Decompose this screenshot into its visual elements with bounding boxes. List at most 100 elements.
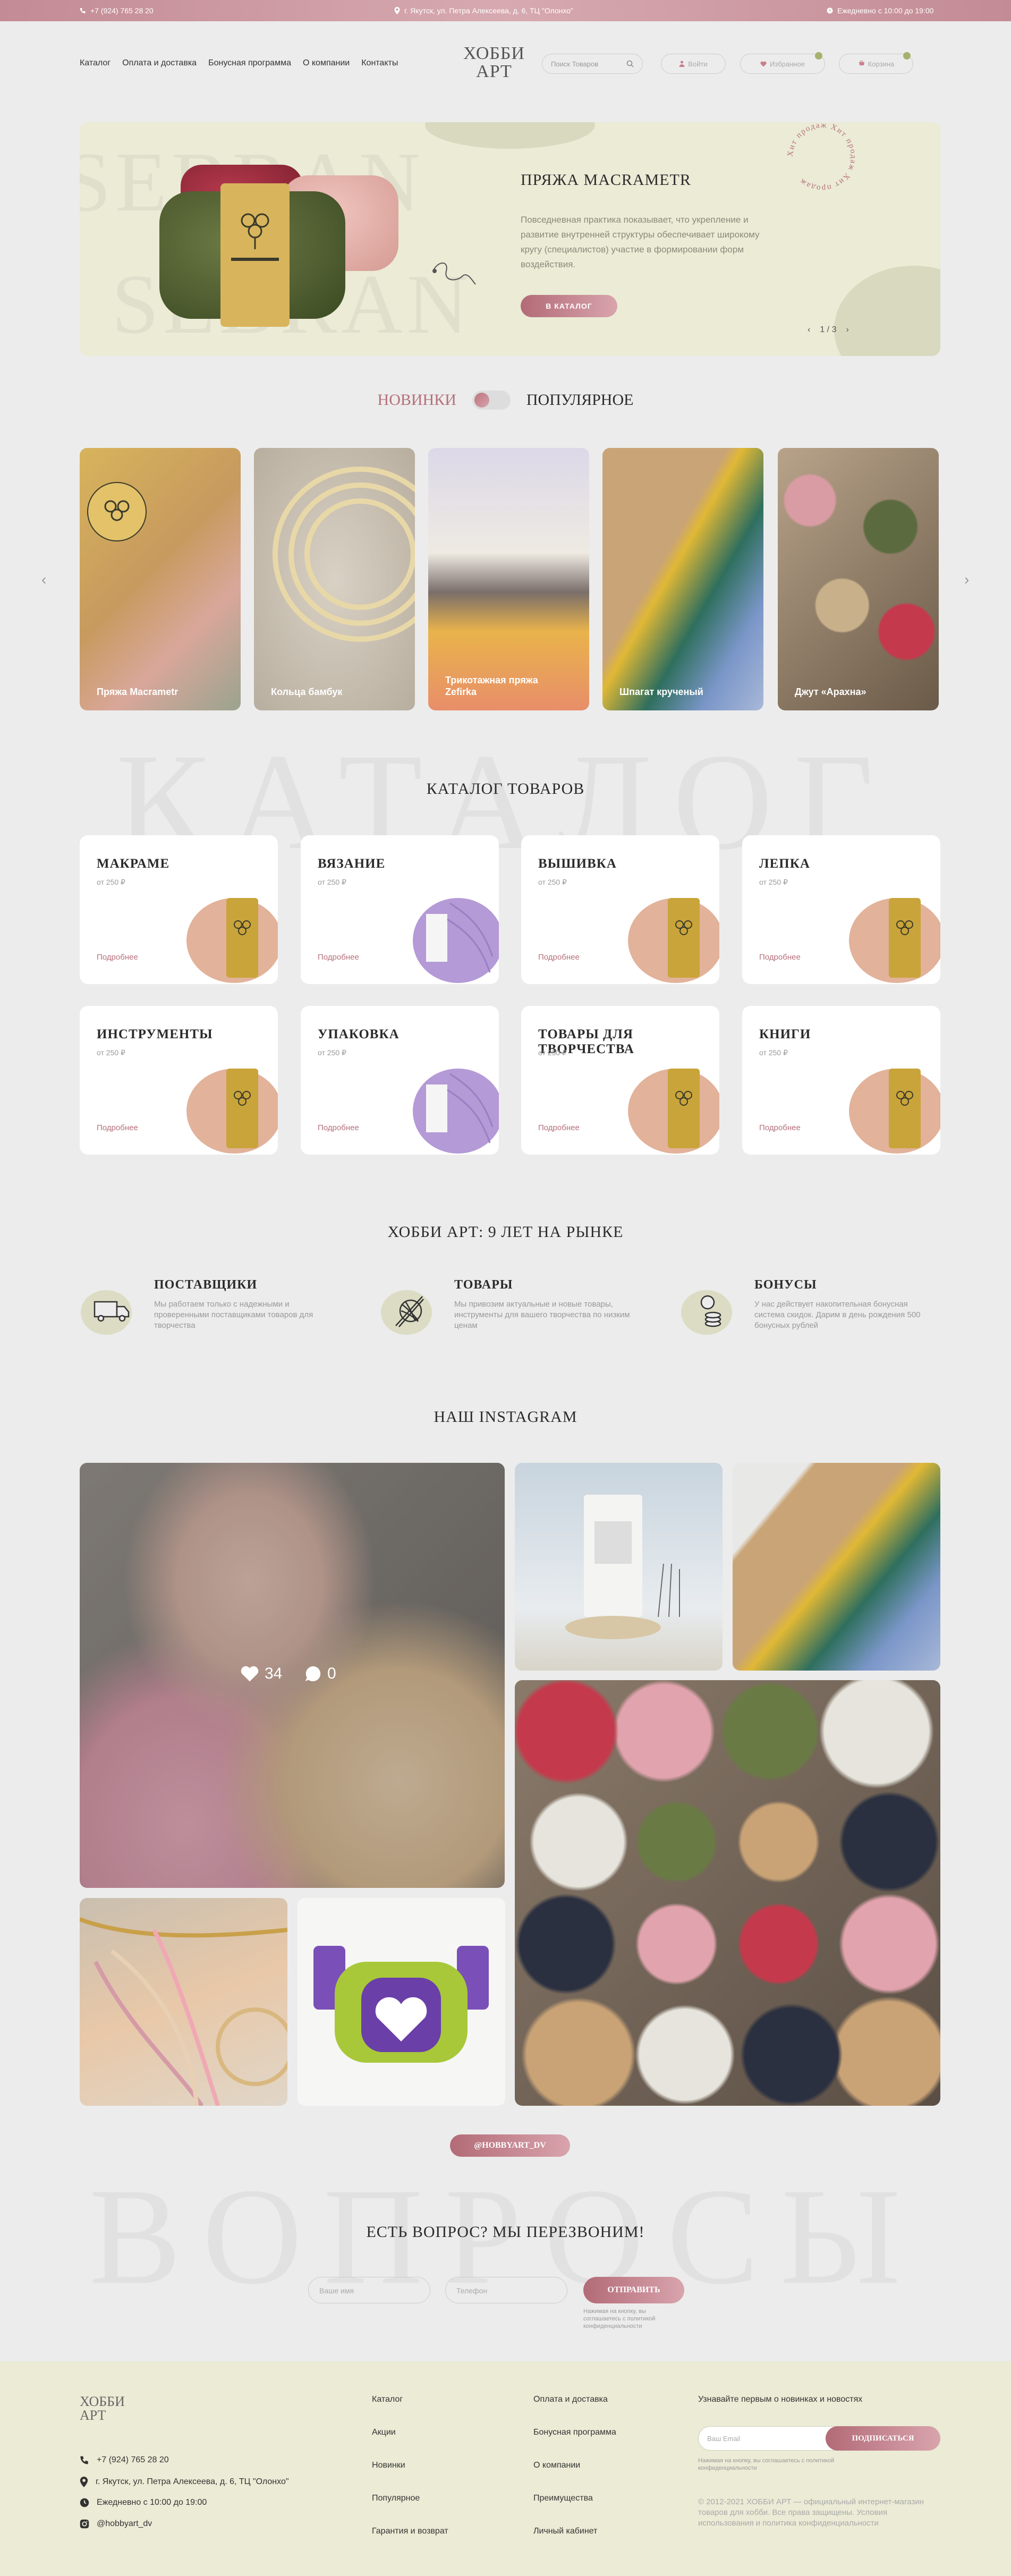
- product-card-label: Кольца бамбук: [271, 687, 343, 697]
- hero-prev-icon[interactable]: ‹: [808, 325, 810, 335]
- hero-swirl-decoration: [432, 262, 476, 285]
- instagram-post-image: [313, 1946, 489, 2063]
- tab-popular[interactable]: ПОПУЛЯРНОЕ: [526, 391, 634, 409]
- footer-link-bonus[interactable]: Бонусная программа: [533, 2428, 616, 2437]
- catalog-card-more-link[interactable]: Подробнее: [318, 953, 359, 962]
- catalog-card-more-link[interactable]: Подробнее: [759, 953, 801, 962]
- catalog-card-price: от 250 ₽: [97, 1048, 125, 1057]
- search-input[interactable]: Поиск Товаров: [542, 54, 643, 74]
- product-card[interactable]: Трикотажная пряжа Zefirka: [428, 448, 589, 710]
- login-button[interactable]: Войти: [661, 54, 726, 74]
- footer-link-catalog[interactable]: Каталог: [372, 2395, 403, 2404]
- catalog-card[interactable]: ВЫШИВКА от 250 ₽ Подробнее: [521, 835, 719, 984]
- catalog-card[interactable]: КНИГИ от 250 ₽ Подробнее: [742, 1006, 940, 1155]
- catalog-card-more-link[interactable]: Подробнее: [97, 1123, 138, 1132]
- instagram-post[interactable]: [80, 1898, 287, 2106]
- feature-bonuses: БОНУСЫ У нас действует накопительная бон…: [680, 1278, 935, 1336]
- catalog-card-price: от 250 ₽: [97, 878, 125, 886]
- footer-link-sales[interactable]: Акции: [372, 2428, 396, 2437]
- cart-button[interactable]: Корзина: [839, 52, 913, 74]
- favorites-button[interactable]: Избранное: [740, 52, 825, 74]
- hero-next-icon[interactable]: ›: [846, 325, 848, 335]
- hero-title: ПРЯЖА MACRAMETR: [521, 171, 691, 189]
- nav-about[interactable]: О компании: [303, 58, 350, 68]
- newsletter-subscribe-button[interactable]: ПОДПИСАТЬСЯ: [826, 2426, 940, 2451]
- toggle-switch[interactable]: [472, 391, 511, 410]
- footer-link-advantages[interactable]: Преимущества: [533, 2494, 593, 2503]
- catalog-card-image: [617, 882, 719, 984]
- callback-name-field[interactable]: Ваше имя: [308, 2277, 430, 2303]
- catalog-title: КАТАЛОГ ТОВАРОВ: [426, 780, 585, 798]
- callback-submit-button[interactable]: ОТПРАВИТЬ: [583, 2277, 684, 2303]
- footer-link-about[interactable]: О компании: [533, 2461, 580, 2470]
- catalog-card-name: ВЫШИВКА: [538, 857, 617, 871]
- feature-suppliers: ПОСТАВЩИКИ Мы работаем только с надежным…: [80, 1278, 335, 1336]
- catalog-card-more-link[interactable]: Подробнее: [318, 1123, 359, 1132]
- footer-link-popular[interactable]: Популярное: [372, 2494, 420, 2503]
- footer-link-new[interactable]: Новинки: [372, 2461, 405, 2470]
- catalog-card[interactable]: ВЯЗАНИЕ от 250 ₽ Подробнее: [301, 835, 499, 984]
- topbar-address-text: г. Якутск, ул. Петра Алексеева, д. 6, ТЦ…: [404, 6, 574, 15]
- about-title: ХОББИ АРТ: 9 ЛЕТ НА РЫНКЕ: [387, 1223, 624, 1241]
- nav-payment-delivery[interactable]: Оплата и доставка: [122, 58, 197, 68]
- instagram-post[interactable]: [515, 1680, 940, 2106]
- catalog-card-price: от 250 ₽: [538, 1048, 567, 1057]
- product-card[interactable]: Кольца бамбук: [254, 448, 415, 710]
- callback-phone-field[interactable]: Телефон: [445, 2277, 567, 2303]
- catalog-card-name: ЛЕПКА: [759, 857, 810, 871]
- hero-catalog-button[interactable]: В КАТАЛОГ: [521, 295, 617, 317]
- phone-icon: [80, 7, 86, 14]
- footer-link-account[interactable]: Личный кабинет: [533, 2527, 597, 2536]
- heart-icon: [760, 61, 767, 67]
- topbar-phone[interactable]: +7 (924) 765 28 20: [80, 6, 154, 15]
- coins-icon: [680, 1283, 738, 1336]
- product-card[interactable]: Пряжа Macrametr: [80, 448, 241, 710]
- catalog-card-more-link[interactable]: Подробнее: [759, 1123, 801, 1132]
- instagram-post[interactable]: [515, 1463, 723, 1671]
- footer-logo[interactable]: ХОББИ АРТ: [80, 2395, 125, 2422]
- catalog-card-image: [838, 882, 940, 984]
- catalog-card[interactable]: ЛЕПКА от 250 ₽ Подробнее: [742, 835, 940, 984]
- footer-link-warranty[interactable]: Гарантия и возврат: [372, 2527, 448, 2536]
- phone-icon: [80, 2455, 89, 2465]
- site-logo[interactable]: ХОББИ АРТ: [463, 45, 525, 81]
- instagram-post-image: [80, 1917, 287, 2106]
- catalog-card-more-link[interactable]: Подробнее: [97, 953, 138, 962]
- catalog-card-more-link[interactable]: Подробнее: [538, 1123, 580, 1132]
- footer-instagram[interactable]: @hobbyart_dv: [80, 2519, 152, 2529]
- catalog-card-name: КНИГИ: [759, 1027, 811, 1041]
- top-bar: +7 (924) 765 28 20 г. Якутск, ул. Петра …: [0, 0, 1011, 21]
- instagram-handle-button[interactable]: @HOBBYART_DV: [450, 2134, 570, 2157]
- footer-link-payment[interactable]: Оплата и доставка: [533, 2395, 608, 2404]
- nav-contacts[interactable]: Контакты: [361, 58, 398, 68]
- instagram-post-image: [565, 1495, 680, 1639]
- topbar-phone-text: +7 (924) 765 28 20: [90, 6, 154, 15]
- search-icon[interactable]: [626, 60, 634, 67]
- instagram-comments: 0: [304, 1665, 336, 1683]
- logo-line1: ХОББИ: [463, 44, 525, 63]
- instagram-post[interactable]: [298, 1898, 505, 2106]
- product-card[interactable]: Шпагат крученый: [602, 448, 763, 710]
- hero-yarn-label: [220, 183, 290, 327]
- footer: ХОББИ АРТ +7 (924) 765 28 20 г. Якутск, …: [0, 2361, 1011, 2576]
- product-card[interactable]: Джут «Арахна»: [778, 448, 939, 710]
- topbar-hours-text: Ежедневно с 10:00 до 19:00: [837, 6, 934, 15]
- product-card-label: Джут «Арахна»: [795, 687, 866, 697]
- location-icon: [80, 2477, 88, 2487]
- catalog-card-more-link[interactable]: Подробнее: [538, 953, 580, 962]
- instagram-post-featured[interactable]: 34 0: [80, 1463, 505, 1888]
- product-card-label: Шпагат крученый: [619, 687, 703, 697]
- instagram-post[interactable]: [733, 1463, 940, 1671]
- tab-new[interactable]: НОВИНКИ: [378, 391, 456, 409]
- carousel-prev-icon[interactable]: ‹: [41, 571, 46, 588]
- footer-phone[interactable]: +7 (924) 765 28 20: [80, 2455, 169, 2465]
- catalog-card[interactable]: ТОВАРЫ ДЛЯ ТВОРЧЕСТВА от 250 ₽ Подробнее: [521, 1006, 719, 1155]
- bamboo-rings-image: [273, 467, 415, 642]
- catalog-card[interactable]: УПАКОВКА от 250 ₽ Подробнее: [301, 1006, 499, 1155]
- catalog-card[interactable]: МАКРАМЕ от 250 ₽ Подробнее: [80, 835, 278, 984]
- carousel-next-icon[interactable]: ›: [964, 571, 969, 588]
- nav-bonus-program[interactable]: Бонусная программа: [208, 58, 291, 68]
- nav-catalog[interactable]: Каталог: [80, 58, 111, 68]
- catalog-card-price: от 250 ₽: [759, 1048, 788, 1057]
- catalog-card[interactable]: ИНСТРУМЕНТЫ от 250 ₽ Подробнее: [80, 1006, 278, 1155]
